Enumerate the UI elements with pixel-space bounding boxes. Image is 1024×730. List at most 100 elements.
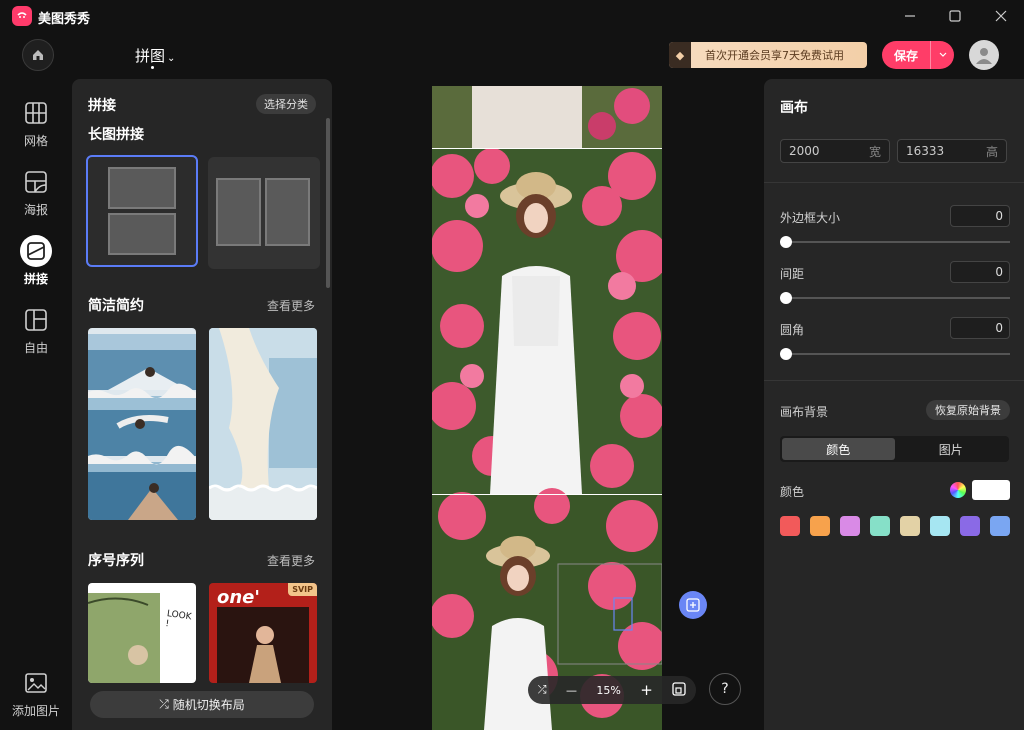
mode-indicator-dot xyxy=(151,66,154,69)
rail-item-poster[interactable]: 海报 xyxy=(10,166,62,218)
border-size-label: 外边框大小 xyxy=(780,211,841,225)
save-button-label: 保存 xyxy=(893,48,918,63)
template-thumb-look[interactable]: LOOK ! xyxy=(88,583,196,683)
color-swatch[interactable] xyxy=(930,516,950,536)
vip-banner[interactable]: ◆ 首次开通会员享7天免费试用 xyxy=(669,42,867,68)
layout-vertical-stack[interactable] xyxy=(86,155,198,267)
rail-item-label: 网格 xyxy=(23,134,48,148)
color-swatch[interactable] xyxy=(840,516,860,536)
layout-block xyxy=(108,213,176,255)
title-bar: 美图秀秀 xyxy=(0,0,1024,32)
rail-item-label: 自由 xyxy=(23,341,48,355)
current-color-swatch[interactable] xyxy=(972,480,1010,500)
divider xyxy=(764,182,1024,183)
help-icon: ? xyxy=(721,681,729,697)
width-field[interactable]: 2000 宽 xyxy=(780,139,890,163)
see-more-link[interactable]: 查看更多 xyxy=(267,552,315,569)
color-swatch[interactable] xyxy=(990,516,1010,536)
zoom-out-icon[interactable]: — xyxy=(566,684,577,697)
color-label: 颜色 xyxy=(780,485,805,499)
color-swatch[interactable] xyxy=(810,516,830,536)
color-swatch[interactable] xyxy=(960,516,980,536)
spacing-input[interactable]: 0 xyxy=(950,261,1010,283)
app-title: 美图秀秀 xyxy=(38,12,91,27)
look-photo-illustration xyxy=(88,593,160,683)
corner-radius-label: 圆角 xyxy=(780,323,805,337)
template-thumb-curtain[interactable] xyxy=(209,328,317,520)
help-button[interactable]: ? xyxy=(709,673,741,705)
section-title-sequence: 序号序列 xyxy=(88,553,144,569)
fit-screen-icon[interactable] xyxy=(672,681,686,699)
width-unit: 宽 xyxy=(868,144,881,159)
close-icon[interactable] xyxy=(989,4,1013,28)
template-thumb-sea[interactable] xyxy=(88,328,196,520)
panel-scrollbar[interactable] xyxy=(326,118,330,288)
poster-icon xyxy=(20,166,52,198)
mode-selector[interactable]: 拼图 ⌄ xyxy=(135,45,175,66)
color-picker[interactable] xyxy=(950,480,1010,500)
image-edit-icon xyxy=(686,598,700,612)
shuffle-icon: ⤮ xyxy=(159,697,169,711)
reset-background-button[interactable]: 恢复原始背景 xyxy=(926,400,1010,420)
spacing-slider-handle[interactable] xyxy=(780,292,792,304)
diamond-icon: ◆ xyxy=(669,42,691,68)
home-button[interactable] xyxy=(22,39,54,71)
add-image-label: 添加图片 xyxy=(11,704,60,718)
template-thumb-one[interactable]: one' SVIP xyxy=(209,583,317,683)
section-title-long: 长图拼接 xyxy=(88,127,144,143)
avatar[interactable] xyxy=(969,40,999,70)
layout-block xyxy=(108,167,176,209)
corner-radius-slider[interactable] xyxy=(786,353,1010,355)
canvas-settings-panel: 画布 2000 宽 16333 高 外边框大小 0 间距 0 圆角 0 画布背景… xyxy=(764,79,1024,730)
layout-block xyxy=(265,178,310,246)
add-image-button[interactable]: 添加图片 xyxy=(10,667,62,719)
save-dropdown-icon[interactable] xyxy=(930,41,954,69)
grid-icon xyxy=(20,97,52,129)
zoom-in-icon[interactable]: + xyxy=(640,681,653,699)
minimize-icon[interactable] xyxy=(898,4,922,28)
section-title-simple: 简洁简约 xyxy=(88,298,144,314)
shuffle-layout-button[interactable]: ⤮ 随机切换布局 xyxy=(90,691,314,718)
sea-photo-illustration xyxy=(88,334,196,520)
replace-image-button[interactable] xyxy=(679,591,707,619)
border-size-slider[interactable] xyxy=(786,241,1010,243)
height-field[interactable]: 16333 高 xyxy=(897,139,1007,163)
shuffle-icon[interactable]: ⤮ xyxy=(538,683,547,697)
divider xyxy=(764,380,1024,381)
thumb-look-text: LOOK ! xyxy=(164,609,193,630)
freeform-icon xyxy=(20,304,52,336)
spacing-label: 间距 xyxy=(780,267,805,281)
border-size-slider-handle[interactable] xyxy=(780,236,792,248)
height-unit: 高 xyxy=(985,144,998,159)
spacing-slider[interactable] xyxy=(786,297,1010,299)
border-size-input[interactable]: 0 xyxy=(950,205,1010,227)
user-icon xyxy=(976,48,992,64)
stitch-canvas[interactable] xyxy=(432,86,662,730)
zoom-level: 15% xyxy=(596,683,621,697)
color-swatch[interactable] xyxy=(780,516,800,536)
panel-title: 拼接 xyxy=(88,98,116,114)
rail-item-stitch[interactable]: 拼接 xyxy=(10,235,62,287)
see-more-link[interactable]: 查看更多 xyxy=(267,297,315,314)
color-swatch[interactable] xyxy=(870,516,890,536)
shuffle-layout-label: 随机切换布局 xyxy=(172,698,245,712)
corner-radius-slider-handle[interactable] xyxy=(780,348,792,360)
maximize-icon[interactable] xyxy=(943,4,967,28)
save-button[interactable]: 保存 xyxy=(882,41,954,69)
svip-badge: SVIP xyxy=(288,583,317,596)
layout-block xyxy=(216,178,261,246)
tab-image[interactable]: 图片 xyxy=(895,438,1008,460)
color-wheel-icon[interactable] xyxy=(950,482,966,498)
stitch-icon xyxy=(20,235,52,267)
rail-item-label: 海报 xyxy=(23,203,48,217)
app-window: 美图秀秀 拼图 ⌄ ◆ 首次开通会员享7天免费试用 保存 网格 海报 拼接 自由… xyxy=(0,0,1024,730)
rail-item-freeform[interactable]: 自由 xyxy=(10,304,62,356)
thumb-one-text: one' xyxy=(217,587,260,608)
layout-horizontal-split[interactable] xyxy=(208,157,320,269)
template-panel: 拼接 选择分类 长图拼接 简洁简约 查看更多 序号序列 查看更多 LOOK ! … xyxy=(72,79,332,730)
tab-color[interactable]: 颜色 xyxy=(782,438,895,460)
rail-item-grid[interactable]: 网格 xyxy=(10,97,62,149)
color-swatch[interactable] xyxy=(900,516,920,536)
choose-category-button[interactable]: 选择分类 xyxy=(256,94,316,114)
corner-radius-input[interactable]: 0 xyxy=(950,317,1010,339)
